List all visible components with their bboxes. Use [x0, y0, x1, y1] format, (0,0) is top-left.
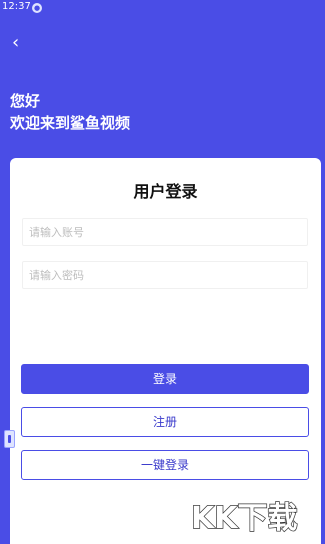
- watermark-logo: KK下载: [191, 500, 298, 536]
- greeting: 您好 欢迎来到鲨鱼视频: [10, 90, 130, 134]
- chevron-left-icon: ‹: [12, 32, 20, 53]
- status-bar: 12:37 ●: [0, 0, 325, 16]
- greeting-line-2: 欢迎来到鲨鱼视频: [10, 114, 131, 132]
- notification-icon: ●: [32, 3, 42, 13]
- login-button[interactable]: 登录: [21, 364, 309, 394]
- login-card: 用户登录 登录 注册 一键登录: [10, 158, 321, 544]
- register-button[interactable]: 注册: [21, 407, 309, 437]
- side-drag-handle[interactable]: [4, 430, 15, 448]
- one-key-login-button[interactable]: 一键登录: [21, 450, 309, 480]
- account-input[interactable]: [22, 218, 308, 246]
- watermark-text: KK下载: [191, 501, 298, 536]
- password-input[interactable]: [22, 261, 308, 289]
- status-time: 12:37: [2, 1, 31, 12]
- page-title: 用户登录: [133, 182, 198, 201]
- greeting-line-1: 您好: [10, 92, 41, 110]
- back-button[interactable]: ‹: [12, 32, 32, 54]
